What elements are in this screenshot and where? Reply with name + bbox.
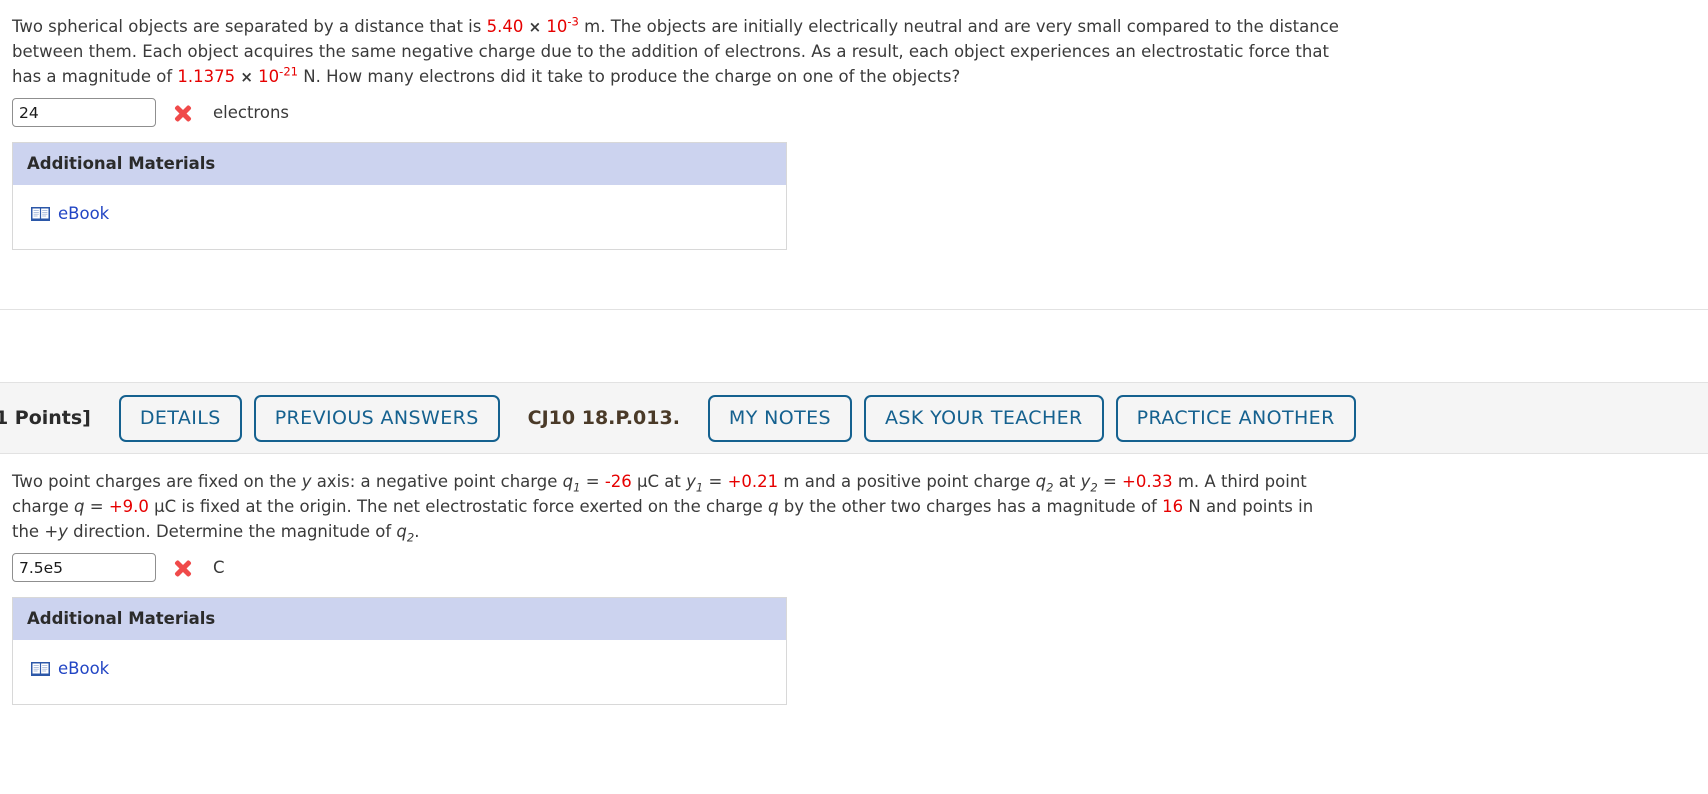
statement-line: between them. Each object acquires the s… <box>12 39 1696 64</box>
statement-text: Two point charges are fixed on the <box>12 472 302 491</box>
previous-answers-button[interactable]: PREVIOUS ANSWERS <box>253 394 500 442</box>
statement-text: q <box>768 497 779 517</box>
statement-text: q <box>396 522 407 542</box>
statement-text: q <box>74 497 85 517</box>
additional-materials-title: Additional Materials <box>13 143 786 186</box>
statement-text: × <box>235 68 259 87</box>
statement-text: +0.21 <box>727 472 779 491</box>
my-notes-button[interactable]: MY NOTES <box>707 394 852 442</box>
statement-text: = <box>580 472 605 491</box>
statement-text: × <box>523 18 547 36</box>
details-button[interactable]: DETAILS <box>118 394 242 442</box>
additional-materials-body: eBook <box>13 640 786 704</box>
statement-text: axis: a negative point charge <box>311 472 563 491</box>
statement-text: 5.40 <box>486 17 524 36</box>
problem-1-additional-materials: Additional Materials eBook <box>12 142 787 250</box>
statement-text: has a magnitude of <box>12 67 178 87</box>
problem-1-container: Two spherical objects are separated by a… <box>0 0 1708 310</box>
statement-text: 10 <box>258 67 280 87</box>
statement-text: direction. Determine the magnitude of <box>67 522 397 542</box>
problem-2-container: Two point charges are fixed on the y axi… <box>0 455 1708 705</box>
problem-2-additional-materials: Additional Materials eBook <box>12 597 787 705</box>
statement-text: = <box>703 472 728 491</box>
statement-line: the +y direction. Determine the magnitud… <box>12 519 1696 544</box>
statement-text: -26 <box>604 472 632 491</box>
statement-text: N and points in <box>1183 497 1314 517</box>
statement-text: by the other two charges has a magnitude… <box>778 497 1163 517</box>
subscript: 2 <box>1046 480 1054 495</box>
problem-2-answer-unit: C <box>213 558 225 578</box>
statement-line: has a magnitude of 1.1375 × 10-21 N. How… <box>12 64 1696 89</box>
statement-text: q <box>562 472 574 491</box>
statement-text: +9.0 <box>108 497 149 517</box>
question-id: CJ10 18.P.013. <box>527 407 680 429</box>
ebook-link[interactable]: eBook <box>31 656 109 681</box>
statement-text: m. The objects are initially electricall… <box>578 17 1339 36</box>
ebook-label: eBook <box>58 204 110 224</box>
statement-text: at <box>1053 472 1081 491</box>
subscript: 1 <box>573 480 581 495</box>
additional-materials-title: Additional Materials <box>13 598 786 641</box>
red-x-icon <box>172 102 194 124</box>
problem-2-statement: Two point charges are fixed on the y axi… <box>12 469 1696 544</box>
ebook-label: eBook <box>58 659 110 679</box>
statement-text: m and a positive point charge <box>778 472 1036 491</box>
statement-text: Two spherical objects are separated by a… <box>12 17 487 36</box>
statement-text: y <box>301 472 312 491</box>
problem-1-statement: Two spherical objects are separated by a… <box>12 14 1696 89</box>
statement-text: the + <box>12 522 59 542</box>
statement-text: N. How many electrons did it take to pro… <box>298 67 961 87</box>
statement-text: µC is fixed at the origin. The net elect… <box>148 497 769 517</box>
statement-text: y <box>1080 472 1091 491</box>
problem-2-answer-input[interactable] <box>12 553 156 583</box>
statement-text: charge <box>12 497 75 517</box>
ebook-link[interactable]: eBook <box>31 201 109 226</box>
exponent: -21 <box>279 64 299 79</box>
statement-text: y <box>58 522 68 542</box>
statement-text: 10 <box>546 17 568 36</box>
exponent: -3 <box>567 14 579 29</box>
statement-text: between them. Each object acquires the s… <box>12 42 1329 62</box>
statement-text: = <box>1097 472 1123 491</box>
statement-line: charge q = +9.0 µC is fixed at the origi… <box>12 494 1696 519</box>
additional-materials-body: eBook <box>13 185 786 249</box>
statement-text: = <box>84 497 109 517</box>
statement-text: +0.33 <box>1122 472 1173 491</box>
assignment-page: Two spherical objects are separated by a… <box>0 0 1708 794</box>
statement-text: m. A third point <box>1172 472 1307 491</box>
statement-text: q <box>1035 472 1047 491</box>
practice-another-button[interactable]: PRACTICE ANOTHER <box>1115 394 1356 442</box>
problem-1-answer-row: electrons <box>12 98 1696 128</box>
statement-line: Two spherical objects are separated by a… <box>12 14 1696 39</box>
book-icon <box>31 206 50 222</box>
book-icon <box>31 661 50 677</box>
statement-text: µC at <box>631 472 687 491</box>
statement-line: Two point charges are fixed on the y axi… <box>12 469 1696 494</box>
ask-your-teacher-button[interactable]: ASK YOUR TEACHER <box>864 394 1104 442</box>
statement-text: y <box>686 472 696 491</box>
question-header-bar: /1 Points] DETAILS PREVIOUS ANSWERS CJ10… <box>0 382 1708 454</box>
statement-text: 1.1375 <box>177 67 236 87</box>
subscript: 2 <box>1090 480 1098 495</box>
statement-text: 16 <box>1162 497 1184 517</box>
problem-1-answer-unit: electrons <box>213 103 289 123</box>
points-label: /1 Points] <box>0 407 91 429</box>
statement-text: . <box>414 522 420 542</box>
problem-1-answer-input[interactable] <box>12 98 156 128</box>
red-x-icon <box>172 557 194 579</box>
problem-2-answer-row: C <box>12 553 1696 583</box>
